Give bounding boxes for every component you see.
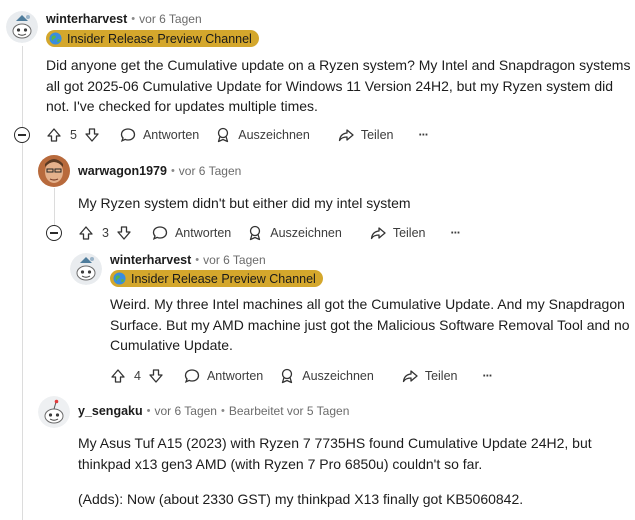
comment-header: winterharvest • vor 6 Tagen	[110, 253, 266, 267]
share-icon	[370, 227, 386, 240]
edited-label: Bearbeitet vor 5 Tagen	[228, 404, 350, 418]
award-icon	[250, 225, 261, 241]
reply-button[interactable]: Antworten	[152, 225, 231, 241]
award-icon	[282, 368, 293, 384]
flair-label: Insider Release Preview Channel	[131, 271, 316, 286]
vote-count: 3	[102, 226, 109, 240]
downvote-icon[interactable]	[116, 225, 132, 241]
user-flair: Insider Release Preview Channel	[46, 30, 259, 47]
more-options-button[interactable]: ···	[482, 369, 492, 383]
comment-bubble-icon	[184, 369, 200, 383]
author-name[interactable]: warwagon1979	[78, 164, 167, 178]
user-photo-avatar-icon	[38, 155, 70, 187]
share-button[interactable]: Teilen	[370, 225, 425, 241]
author-name[interactable]: y_sengaku	[78, 404, 143, 418]
comment-bubble-icon	[120, 128, 136, 142]
upvote-icon[interactable]	[110, 368, 126, 384]
comment-actions: 4 Antworten Auszeichnen Teilen ···	[110, 364, 493, 388]
author-name[interactable]: winterharvest	[46, 12, 127, 26]
snoo-avatar-icon	[6, 11, 38, 43]
award-button[interactable]: Auszeichnen	[247, 225, 342, 241]
share-icon	[402, 370, 418, 383]
comment-body: My Ryzen system didn't but either did my…	[78, 195, 411, 211]
upvote-icon[interactable]	[78, 225, 94, 241]
avatar[interactable]	[38, 155, 70, 187]
avatar[interactable]	[38, 396, 70, 428]
timestamp[interactable]: vor 6 Tagen	[203, 253, 266, 267]
snoo-avatar-icon	[70, 253, 102, 285]
collapse-thread-button[interactable]	[46, 225, 62, 241]
vote-count: 5	[70, 128, 77, 142]
downvote-icon[interactable]	[148, 368, 164, 384]
award-icon	[218, 127, 229, 143]
author-name[interactable]: winterharvest	[110, 253, 191, 267]
award-button[interactable]: Auszeichnen	[279, 368, 374, 384]
globe-icon	[49, 32, 62, 45]
timestamp[interactable]: vor 6 Tagen	[154, 404, 217, 418]
comment-header: y_sengaku • vor 6 Tagen • Bearbeitet vor…	[78, 404, 350, 418]
comment-bubble-icon	[152, 226, 168, 240]
downvote-icon[interactable]	[84, 127, 100, 143]
comment-actions: 5 Antworten Auszeichnen Teilen ···	[46, 123, 429, 147]
reply-button[interactable]: Antworten	[120, 127, 199, 143]
comment-body: My Asus Tuf A15 (2023) with Ryzen 7 7735…	[78, 435, 592, 472]
upvote-icon[interactable]	[46, 127, 62, 143]
award-button[interactable]: Auszeichnen	[215, 127, 310, 143]
comment-body-paragraph: (Adds): Now (about 2330 GST) my thinkpad…	[78, 491, 524, 507]
comment-body: Did anyone get the Cumulative update on …	[46, 57, 631, 114]
comment-body: Weird. My three Intel machines all got t…	[110, 296, 630, 353]
user-flair: Insider Release Preview Channel	[110, 270, 323, 287]
comment-header: warwagon1979 • vor 6 Tagen	[78, 164, 242, 178]
globe-icon	[113, 272, 126, 285]
thread-line-root	[22, 46, 23, 520]
collapse-thread-button[interactable]	[14, 127, 30, 143]
comment-actions: 3 Antworten Auszeichnen Teilen ···	[78, 221, 461, 245]
flair-label: Insider Release Preview Channel	[67, 31, 252, 46]
comment-header: winterharvest • vor 6 Tagen	[46, 12, 202, 26]
timestamp[interactable]: vor 6 Tagen	[139, 12, 202, 26]
share-button[interactable]: Teilen	[338, 127, 393, 143]
vote-count: 4	[134, 369, 141, 383]
reply-button[interactable]: Antworten	[184, 368, 263, 384]
more-options-button[interactable]: ···	[450, 226, 460, 240]
snoo-avatar-icon	[38, 396, 70, 428]
avatar[interactable]	[6, 11, 38, 43]
share-icon	[338, 129, 354, 142]
share-button[interactable]: Teilen	[402, 368, 457, 384]
avatar[interactable]	[70, 253, 102, 285]
timestamp[interactable]: vor 6 Tagen	[179, 164, 242, 178]
more-options-button[interactable]: ···	[418, 128, 428, 142]
